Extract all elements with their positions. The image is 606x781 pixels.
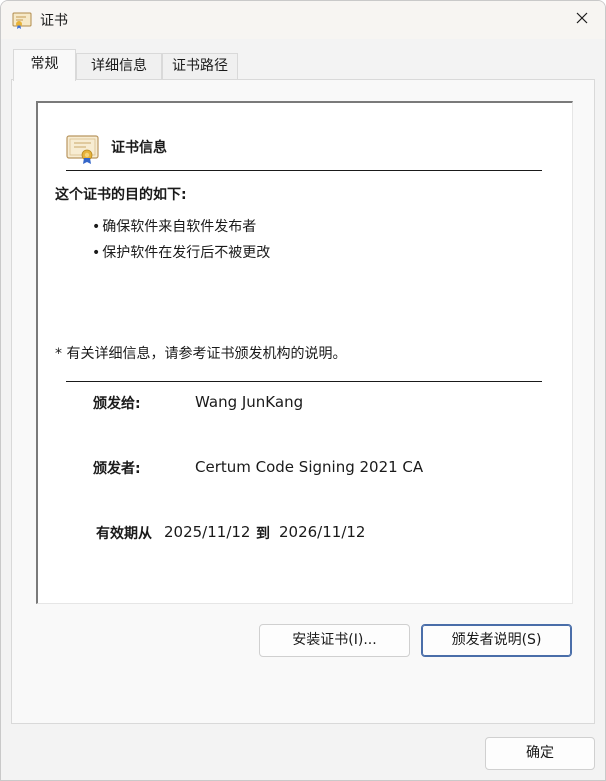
issued-by-label: 颁发者: [93, 461, 141, 477]
valid-to-label: 到 [256, 526, 270, 542]
ok-button[interactable]: 确定 [485, 737, 595, 770]
title-bar: 证书 [1, 1, 605, 39]
close-button[interactable] [559, 1, 605, 39]
window-title: 证书 [40, 13, 68, 29]
issued-to-label: 颁发给: [93, 396, 141, 412]
valid-from-value: 2025/11/12 [164, 523, 251, 541]
certificate-icon [66, 133, 100, 165]
divider [66, 381, 542, 382]
general-tab-panel: 证书信息 这个证书的目的如下: 确保软件来自软件发布者 保护软件在发行后不被更改… [11, 79, 595, 724]
purpose-item: 确保软件来自软件发布者 [92, 216, 256, 236]
tab-certification-path[interactable]: 证书路径 [162, 53, 238, 80]
purpose-title: 这个证书的目的如下: [55, 187, 187, 203]
valid-to-value: 2026/11/12 [279, 523, 366, 541]
close-icon [575, 11, 589, 29]
purpose-item: 保护软件在发行后不被更改 [92, 242, 270, 262]
valid-from-label: 有效期从 [96, 526, 152, 542]
certificate-info-heading: 证书信息 [111, 140, 167, 156]
install-certificate-button[interactable]: 安装证书(I)... [259, 624, 410, 657]
tab-details[interactable]: 详细信息 [76, 53, 162, 80]
certificate-info-box: 证书信息 这个证书的目的如下: 确保软件来自软件发布者 保护软件在发行后不被更改… [36, 101, 573, 604]
issued-by-value: Certum Code Signing 2021 CA [195, 458, 424, 476]
tab-general[interactable]: 常规 [13, 49, 76, 81]
issuer-statement-button[interactable]: 颁发者说明(S) [421, 624, 572, 657]
certificate-dialog: 证书 常规 详细信息 证书路径 证书信息 这个证书的目的如下: • 确保软件来自… [0, 0, 606, 781]
issued-to-value: Wang JunKang [195, 393, 304, 411]
certificate-icon [12, 11, 32, 29]
divider [66, 170, 542, 171]
issuer-note: * 有关详细信息，请参考证书颁发机构的说明。 [55, 346, 347, 362]
